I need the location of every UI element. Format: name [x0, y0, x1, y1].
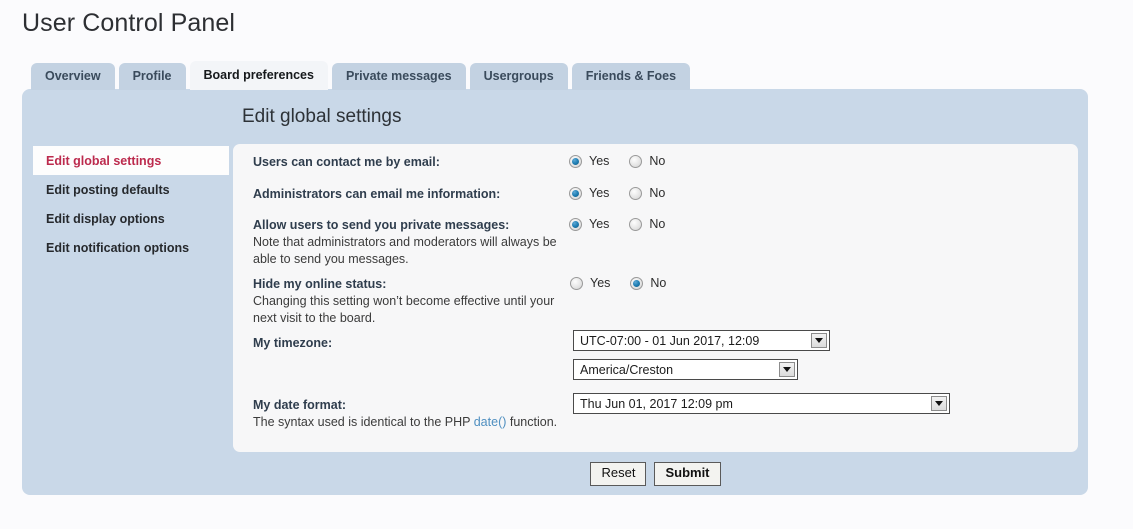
tab-usergroups[interactable]: Usergroups [469, 63, 568, 90]
setting-label-my-timezone: My timezone: [253, 334, 332, 352]
radio-label-yes: Yes [589, 186, 610, 200]
date-format-value: Thu Jun 01, 2017 12:09 pm [580, 396, 733, 411]
radio-label-no: No [649, 217, 666, 231]
setting-description: The syntax used is identical to the PHP … [253, 414, 583, 431]
date-format-desc-before: The syntax used is identical to the PHP [253, 415, 474, 430]
radio-option-no[interactable]: No [630, 276, 666, 290]
radio-label-no: No [649, 186, 666, 200]
sidebar: Edit global settings Edit posting defaul… [33, 146, 229, 262]
setting-label-my-date-format: My date format: The syntax used is ident… [253, 396, 583, 431]
chevron-down-icon[interactable] [931, 396, 947, 411]
page-title: User Control Panel [22, 9, 236, 37]
ucp-panel: Edit global settings Edit global setting… [22, 89, 1088, 495]
setting-row-hide-online-status: Hide my online status: Changing this set… [233, 275, 1078, 326]
radio-label-yes: Yes [590, 276, 611, 290]
radio-button-no[interactable] [629, 186, 643, 200]
submit-button[interactable]: Submit [654, 462, 721, 486]
tab-friends-and-foes[interactable]: Friends & Foes [571, 63, 691, 90]
setting-label: Administrators can email me information: [253, 187, 501, 201]
setting-label-group: Users can contact me by email: [233, 153, 569, 171]
radio-label-yes: Yes [589, 217, 610, 231]
setting-label: Users can contact me by email: [253, 155, 440, 169]
reset-button[interactable]: Reset [590, 462, 647, 486]
radio-button-yes[interactable] [569, 186, 582, 200]
radio-option-no[interactable]: No [629, 186, 665, 200]
tab-private-messages[interactable]: Private messages [331, 63, 466, 90]
sidebar-item-label: Edit notification options [46, 240, 190, 255]
radio-option-yes[interactable]: Yes [569, 186, 609, 200]
radio-group-hide-online-status: Yes No [569, 275, 666, 290]
radio-option-yes[interactable]: Yes [569, 154, 609, 168]
sidebar-item-edit-notification-options[interactable]: Edit notification options [33, 233, 229, 262]
timezone-offset-value: UTC-07:00 - 01 Jun 2017, 12:09 [580, 333, 760, 348]
chevron-down-icon[interactable] [811, 333, 827, 348]
date-format-desc-after: function. [506, 415, 558, 430]
radio-group-contact-by-email: Yes No [569, 153, 665, 168]
timezone-region-select[interactable]: America/Creston [573, 359, 798, 380]
sidebar-item-label: Edit display options [46, 211, 165, 226]
setting-label-group: Administrators can email me information: [233, 185, 569, 203]
radio-label-no: No [650, 276, 667, 290]
radio-button-no[interactable] [629, 154, 643, 168]
radio-group-admin-email: Yes No [569, 185, 665, 200]
sidebar-item-label: Edit posting defaults [46, 182, 170, 197]
sidebar-item-label: Edit global settings [46, 153, 162, 168]
tab-board-preferences[interactable]: Board preferences [189, 61, 328, 90]
setting-description: Changing this setting won’t become effec… [253, 294, 555, 325]
setting-label: My date format: [253, 398, 347, 412]
timezone-region-value: America/Creston [580, 362, 674, 377]
radio-button-no[interactable] [630, 276, 644, 290]
radio-label-yes: Yes [589, 154, 610, 168]
setting-label: Allow users to send you private messages… [253, 218, 510, 232]
chevron-down-icon[interactable] [779, 362, 795, 377]
setting-label-group: Hide my online status: Changing this set… [233, 275, 569, 326]
sidebar-item-edit-global-settings[interactable]: Edit global settings [33, 146, 229, 175]
radio-option-no[interactable]: No [629, 217, 665, 231]
radio-button-yes[interactable] [570, 276, 583, 290]
radio-button-no[interactable] [629, 217, 643, 231]
timezone-offset-select[interactable]: UTC-07:00 - 01 Jun 2017, 12:09 [573, 330, 830, 351]
radio-option-no[interactable]: No [629, 154, 665, 168]
setting-label: My timezone: [253, 336, 333, 350]
radio-option-yes[interactable]: Yes [569, 217, 609, 231]
tab-bar: Overview Profile Board preferences Priva… [31, 61, 691, 90]
setting-description: Note that administrators and moderators … [253, 235, 557, 266]
php-date-function-link[interactable]: date() [474, 415, 507, 429]
setting-label-group: Allow users to send you private messages… [233, 216, 569, 267]
radio-option-yes[interactable]: Yes [570, 276, 610, 290]
radio-label-no: No [649, 154, 666, 168]
sidebar-item-edit-display-options[interactable]: Edit display options [33, 204, 229, 233]
setting-label: Hide my online status: [253, 277, 387, 291]
setting-row-admin-email: Administrators can email me information:… [233, 185, 1078, 203]
section-heading: Edit global settings [242, 106, 402, 127]
radio-button-yes[interactable] [569, 217, 582, 231]
sidebar-item-edit-posting-defaults[interactable]: Edit posting defaults [33, 175, 229, 204]
radio-group-private-messages: Yes No [569, 216, 665, 231]
setting-row-private-messages: Allow users to send you private messages… [233, 216, 1078, 267]
settings-card: Users can contact me by email: Yes No Ad… [233, 144, 1078, 452]
radio-button-yes[interactable] [569, 154, 582, 168]
tab-overview[interactable]: Overview [31, 63, 115, 90]
tab-profile[interactable]: Profile [118, 63, 186, 90]
form-actions: Reset Submit [233, 462, 1078, 486]
setting-row-contact-by-email: Users can contact me by email: Yes No [233, 153, 1078, 171]
date-format-select[interactable]: Thu Jun 01, 2017 12:09 pm [573, 393, 950, 414]
